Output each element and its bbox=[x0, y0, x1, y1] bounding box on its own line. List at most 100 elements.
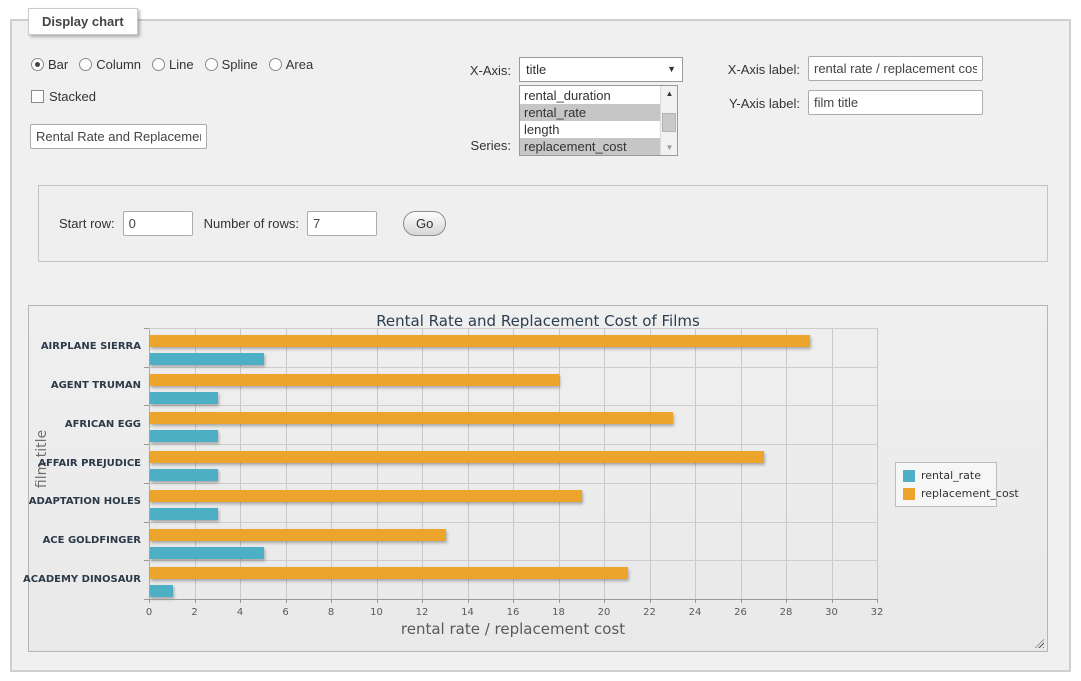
category-tick-mark bbox=[144, 328, 149, 329]
gridline bbox=[832, 328, 833, 599]
series-option-rental_duration[interactable]: rental_duration bbox=[520, 87, 660, 104]
legend-item-replacement_cost[interactable]: replacement_cost bbox=[903, 487, 989, 500]
x-tick-mark bbox=[149, 599, 150, 603]
x-tick-label: 16 bbox=[507, 607, 520, 618]
x-tick-label: 32 bbox=[871, 607, 884, 618]
bar-replacement_cost[interactable] bbox=[150, 374, 559, 386]
chart-type-bar[interactable]: Bar bbox=[31, 57, 68, 72]
category-tick-mark bbox=[144, 367, 149, 368]
category-tick-mark bbox=[144, 444, 149, 445]
series-listbox[interactable]: rental_durationrental_ratelengthreplacem… bbox=[519, 85, 678, 156]
x-tick-label: 30 bbox=[825, 607, 838, 618]
category-tick-mark bbox=[144, 483, 149, 484]
bar-rental_rate[interactable] bbox=[150, 392, 218, 404]
gridline bbox=[377, 328, 378, 599]
gridline bbox=[468, 328, 469, 599]
chart-type-line[interactable]: Line bbox=[152, 57, 194, 72]
radio-label: Line bbox=[169, 57, 194, 72]
chevron-down-icon: ▼ bbox=[667, 58, 676, 81]
x-tick-mark bbox=[877, 599, 878, 603]
x-axis-label-input[interactable] bbox=[808, 56, 983, 81]
series-options: rental_durationrental_ratelengthreplacem… bbox=[520, 87, 660, 155]
category-tick-mark bbox=[144, 560, 149, 561]
x-tick-label: 12 bbox=[416, 607, 429, 618]
x-tick-mark bbox=[832, 599, 833, 603]
gridline bbox=[331, 328, 332, 599]
start-row-label: Start row: bbox=[59, 216, 115, 231]
radio-icon bbox=[31, 58, 44, 71]
scrollbar-thumb[interactable] bbox=[662, 113, 676, 132]
bar-rental_rate[interactable] bbox=[150, 430, 218, 442]
go-button[interactable]: Go bbox=[403, 211, 446, 236]
category-boundary-line bbox=[149, 483, 877, 484]
x-tick-mark bbox=[331, 599, 332, 603]
category-tick-mark bbox=[144, 522, 149, 523]
category-boundary-line bbox=[149, 444, 877, 445]
bar-rental_rate[interactable] bbox=[150, 585, 173, 597]
bar-replacement_cost[interactable] bbox=[150, 451, 764, 463]
stacked-checkbox[interactable]: Stacked bbox=[31, 89, 96, 104]
x-tick-label: 22 bbox=[643, 607, 656, 618]
chart-title-input[interactable] bbox=[30, 124, 207, 149]
resize-handle-icon[interactable] bbox=[1035, 639, 1044, 648]
series-option-replacement_cost[interactable]: replacement_cost bbox=[520, 138, 660, 155]
bar-rental_rate[interactable] bbox=[150, 547, 264, 559]
bar-rental_rate[interactable] bbox=[150, 508, 218, 520]
chart-legend: rental_rate replacement_cost bbox=[895, 462, 997, 507]
x-tick-label: 6 bbox=[282, 607, 288, 618]
chart-type-radiogroup: Bar Column Line Spline Area bbox=[31, 57, 313, 72]
gridline bbox=[286, 328, 287, 599]
category-label: ACE GOLDFINGER bbox=[43, 535, 141, 546]
gridline bbox=[604, 328, 605, 599]
bar-rental_rate[interactable] bbox=[150, 469, 218, 481]
category-label: AGENT TRUMAN bbox=[51, 380, 141, 391]
category-label: AFFAIR PREJUDICE bbox=[38, 458, 141, 469]
scroll-up-icon[interactable]: ▲ bbox=[661, 86, 678, 101]
y-axis-label-label: Y-Axis label: bbox=[712, 96, 800, 111]
chart-container: Rental Rate and Replacement Cost of Film… bbox=[28, 305, 1048, 652]
x-tick-label: 8 bbox=[328, 607, 334, 618]
category-label: ADAPTATION HOLES bbox=[29, 496, 141, 507]
x-tick-mark bbox=[786, 599, 787, 603]
radio-icon bbox=[152, 58, 165, 71]
bar-replacement_cost[interactable] bbox=[150, 567, 628, 579]
gridline bbox=[741, 328, 742, 599]
bar-replacement_cost[interactable] bbox=[150, 412, 673, 424]
radio-icon bbox=[79, 58, 92, 71]
chart-type-spline[interactable]: Spline bbox=[205, 57, 258, 72]
radio-label: Spline bbox=[222, 57, 258, 72]
x-axis-title: rental rate / replacement cost bbox=[149, 620, 877, 638]
y-axis-label-input[interactable] bbox=[808, 90, 983, 115]
category-label: AFRICAN EGG bbox=[65, 419, 141, 430]
legend-item-rental_rate[interactable]: rental_rate bbox=[903, 469, 989, 482]
plot-area bbox=[149, 328, 877, 599]
series-option-rental_rate[interactable]: rental_rate bbox=[520, 104, 660, 121]
x-tick-mark bbox=[195, 599, 196, 603]
bar-replacement_cost[interactable] bbox=[150, 490, 582, 502]
x-tick-label: 4 bbox=[237, 607, 243, 618]
stacked-label: Stacked bbox=[49, 89, 96, 104]
x-axis-selected-value: title bbox=[526, 62, 546, 77]
category-boundary-line bbox=[149, 328, 877, 329]
x-tick-mark bbox=[559, 599, 560, 603]
start-row-input[interactable] bbox=[123, 211, 193, 236]
bar-replacement_cost[interactable] bbox=[150, 335, 810, 347]
chart-type-area[interactable]: Area bbox=[269, 57, 313, 72]
category-boundary-line bbox=[149, 367, 877, 368]
x-axis-label-label: X-Axis label: bbox=[712, 62, 800, 77]
scroll-down-icon[interactable]: ▼ bbox=[661, 140, 678, 155]
gridline bbox=[422, 328, 423, 599]
bar-replacement_cost[interactable] bbox=[150, 529, 446, 541]
x-tick-label: 14 bbox=[461, 607, 474, 618]
number-of-rows-input[interactable] bbox=[307, 211, 377, 236]
category-tick-mark bbox=[144, 405, 149, 406]
radio-icon bbox=[269, 58, 282, 71]
x-tick-mark bbox=[604, 599, 605, 603]
chart-type-column[interactable]: Column bbox=[79, 57, 141, 72]
category-label: AIRPLANE SIERRA bbox=[41, 341, 141, 352]
x-tick-mark bbox=[695, 599, 696, 603]
series-option-length[interactable]: length bbox=[520, 121, 660, 138]
x-axis-select[interactable]: title ▼ bbox=[519, 57, 683, 82]
scrollbar[interactable]: ▲ ▼ bbox=[660, 86, 677, 155]
bar-rental_rate[interactable] bbox=[150, 353, 264, 365]
